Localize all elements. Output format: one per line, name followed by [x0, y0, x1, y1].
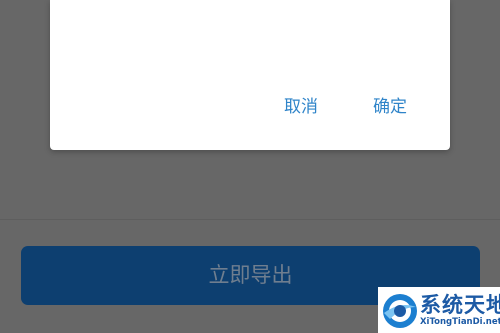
confirm-dialog: 取消 确定: [50, 0, 450, 150]
site-logo-icon: [383, 294, 417, 328]
watermark-title: 系统天地: [420, 293, 500, 317]
watermark-url: XiTongTianDi.net: [420, 317, 500, 327]
site-watermark: 系统天地 XiTongTianDi.net: [378, 287, 500, 333]
divider-line: [0, 219, 500, 220]
confirm-button[interactable]: 确定: [369, 93, 411, 121]
cancel-button[interactable]: 取消: [280, 93, 322, 121]
